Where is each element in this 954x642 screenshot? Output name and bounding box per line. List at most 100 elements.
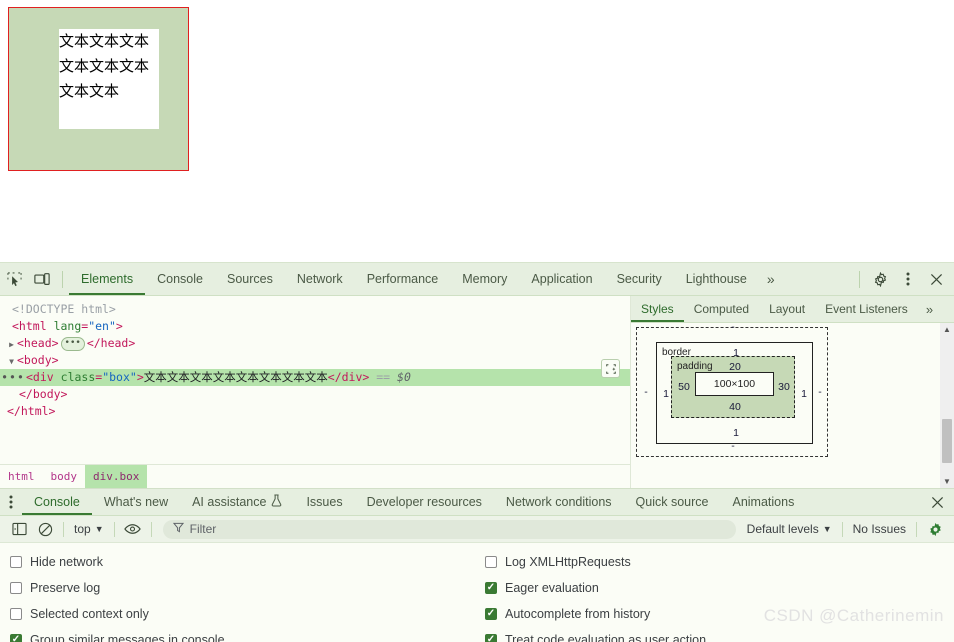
console-settings-left-column: Hide network Preserve log Selected conte… xyxy=(10,549,470,642)
setting-label: Log XMLHttpRequests xyxy=(505,555,631,569)
tab-memory[interactable]: Memory xyxy=(450,263,519,295)
tab-application[interactable]: Application xyxy=(519,263,604,295)
collapsed-children-icon[interactable]: ••• xyxy=(60,336,85,351)
dom-row[interactable]: <!DOCTYPE html> xyxy=(0,301,630,318)
drawer-close-icon[interactable] xyxy=(926,489,948,515)
checkbox[interactable] xyxy=(485,582,497,594)
drawer-tab-network-conditions[interactable]: Network conditions xyxy=(494,489,624,515)
dom-row[interactable]: </body> xyxy=(0,386,630,403)
more-vertical-icon[interactable] xyxy=(894,266,922,292)
box-model-content-size[interactable]: 100×100 xyxy=(695,372,774,396)
tab-performance[interactable]: Performance xyxy=(355,263,451,295)
scroll-up-arrow-icon[interactable]: ▲ xyxy=(940,323,954,336)
drawer-tab-ai-assistance[interactable]: AI assistance xyxy=(180,489,294,515)
setting-selected-context-only[interactable]: Selected context only xyxy=(10,601,470,627)
dom-tree-panel[interactable]: <!DOCTYPE html> <html lang="en"> ▶ <head>… xyxy=(0,296,630,488)
checkbox[interactable] xyxy=(485,634,497,642)
scrollbar-thumb[interactable] xyxy=(942,419,952,463)
padding-left-value[interactable]: 50 xyxy=(674,381,694,393)
console-settings-gear-icon[interactable] xyxy=(922,517,948,541)
drawer-tab-quick-source[interactable]: Quick source xyxy=(624,489,721,515)
checkbox[interactable] xyxy=(485,608,497,620)
border-bottom-value[interactable]: 1 xyxy=(726,427,746,439)
tab-elements[interactable]: Elements xyxy=(69,263,145,295)
tab-lighthouse[interactable]: Lighthouse xyxy=(674,263,759,295)
device-toolbar-icon[interactable] xyxy=(28,266,56,292)
drawer-tab-whats-new[interactable]: What's new xyxy=(92,489,180,515)
tab-sources[interactable]: Sources xyxy=(215,263,285,295)
scroll-down-arrow-icon[interactable]: ▼ xyxy=(940,475,954,488)
close-icon[interactable] xyxy=(922,266,950,292)
tab-layout[interactable]: Layout xyxy=(759,296,815,322)
setting-label: Hide network xyxy=(30,555,103,569)
checkbox[interactable] xyxy=(485,556,497,568)
setting-label: Autocomplete from history xyxy=(505,607,651,621)
styles-scrollbar[interactable]: ▲ ▼ xyxy=(940,323,954,488)
box-model-border[interactable]: border 1 1 1 1 padding 20 50 30 40 100×1… xyxy=(656,342,813,444)
dom-row[interactable]: ▼ <body> xyxy=(0,352,630,369)
breadcrumb-item-body[interactable]: body xyxy=(43,465,86,489)
padding-bottom-value[interactable]: 40 xyxy=(725,401,745,413)
box-model-padding[interactable]: padding 20 50 30 40 100×100 xyxy=(671,356,795,418)
setting-treat-code-evaluation-as-user-action[interactable]: Treat code evaluation as user action xyxy=(485,627,945,642)
margin-top-value[interactable]: - xyxy=(723,321,743,333)
setting-autocomplete-from-history[interactable]: Autocomplete from history xyxy=(485,601,945,627)
setting-group-similar-messages[interactable]: Group similar messages in console xyxy=(10,627,470,642)
border-right-value[interactable]: 1 xyxy=(798,388,810,400)
tab-label: Lighthouse xyxy=(685,272,747,286)
console-issues-button[interactable]: No Issues xyxy=(848,518,911,540)
breadcrumb-item-div-box[interactable]: div.box xyxy=(85,464,148,488)
setting-hide-network[interactable]: Hide network xyxy=(10,549,470,575)
drawer-tab-issues[interactable]: Issues xyxy=(294,489,354,515)
devtools-screenshot: 文本文本文本文本文本文本文本文本 Elements Console Source xyxy=(0,0,954,642)
row-actions-icon[interactable]: ••• xyxy=(0,369,26,386)
tab-network[interactable]: Network xyxy=(285,263,355,295)
tab-styles[interactable]: Styles xyxy=(631,296,684,322)
checkbox[interactable] xyxy=(10,582,22,594)
setting-log-xmlhttprequests[interactable]: Log XMLHttpRequests xyxy=(485,549,945,575)
console-sidebar-icon[interactable] xyxy=(6,517,32,541)
dom-text-node: 文本文本文本文本文本文本文本文本 xyxy=(143,370,328,384)
more-tabs-chevron-icon[interactable]: » xyxy=(759,271,783,287)
gear-icon[interactable] xyxy=(866,266,894,292)
chevron-down-icon[interactable]: ▼ xyxy=(6,353,17,370)
checkbox[interactable] xyxy=(10,608,22,620)
console-toolbar-divider-4 xyxy=(841,521,843,537)
setting-eager-evaluation[interactable]: Eager evaluation xyxy=(485,575,945,601)
drawer-more-vertical-icon[interactable] xyxy=(0,489,22,515)
dom-row-selected[interactable]: •••<div class="box">文本文本文本文本文本文本文本文本</di… xyxy=(0,369,630,386)
drawer-tab-console[interactable]: Console xyxy=(22,489,92,515)
console-levels-select[interactable]: Default levels ▼ xyxy=(742,518,837,540)
drawer-tab-developer-resources[interactable]: Developer resources xyxy=(355,489,494,515)
tab-label: Network xyxy=(296,272,343,286)
styles-more-tabs-chevron-icon[interactable]: » xyxy=(918,302,941,317)
margin-right-value[interactable]: - xyxy=(813,386,827,398)
tab-event-listeners[interactable]: Event Listeners xyxy=(815,296,918,322)
tab-label: Application xyxy=(531,272,593,286)
checkbox[interactable] xyxy=(10,634,22,642)
console-context-select[interactable]: top ▼ xyxy=(69,518,109,540)
tab-console[interactable]: Console xyxy=(145,263,215,295)
console-filter-input[interactable]: Filter xyxy=(162,519,736,539)
breadcrumb-item-html[interactable]: html xyxy=(0,465,43,489)
drawer-tab-animations[interactable]: Animations xyxy=(720,489,806,515)
dom-row[interactable]: <html lang="en"> xyxy=(0,318,630,335)
dom-close-tag: </html> xyxy=(7,404,56,418)
live-expression-icon[interactable] xyxy=(120,517,146,541)
checkbox[interactable] xyxy=(10,556,22,568)
clear-console-icon[interactable] xyxy=(32,517,58,541)
dom-row[interactable]: ▶ <head> ••• </head> xyxy=(0,335,630,352)
dom-close-tag: </body> xyxy=(19,387,68,401)
flex-badge-icon[interactable] xyxy=(601,359,620,378)
dom-row[interactable]: </html> xyxy=(0,403,630,420)
tab-computed[interactable]: Computed xyxy=(684,296,759,322)
inspect-cursor-icon[interactable] xyxy=(0,266,28,292)
setting-preserve-log[interactable]: Preserve log xyxy=(10,575,470,601)
margin-left-value[interactable]: - xyxy=(639,386,653,398)
console-toolbar-divider-3 xyxy=(150,521,152,537)
box-model-margin[interactable]: - - - - border 1 1 1 1 padding 20 50 30 … xyxy=(636,321,828,457)
chevron-right-icon[interactable]: ▶ xyxy=(6,336,17,353)
padding-right-value[interactable]: 30 xyxy=(774,381,794,393)
drawer-tab-label: Issues xyxy=(306,495,343,509)
tab-security[interactable]: Security xyxy=(605,263,674,295)
